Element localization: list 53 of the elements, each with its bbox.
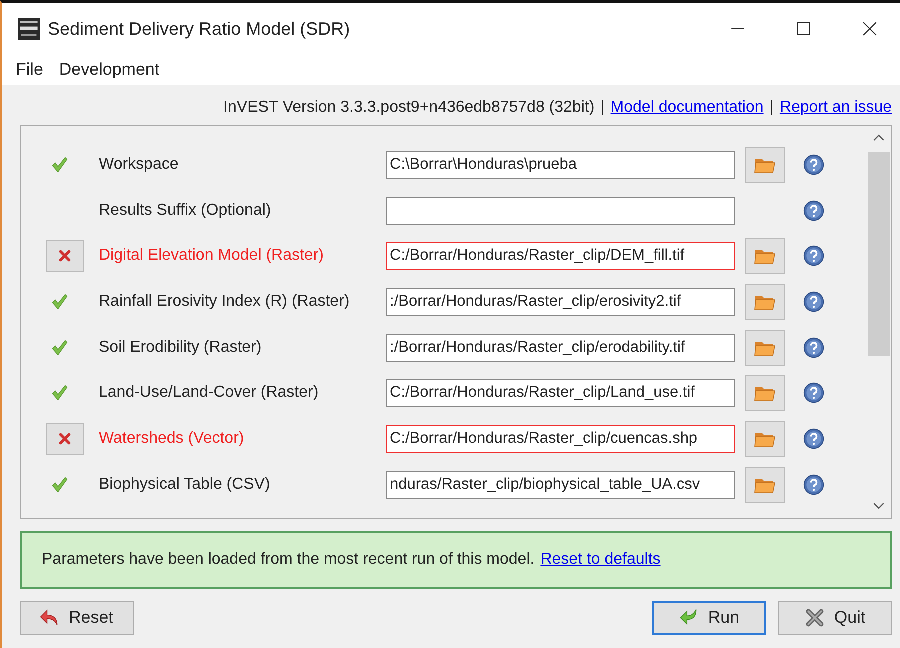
field-label: Biophysical Table (CSV) (99, 476, 272, 494)
input-field[interactable]: C:/Borrar/Honduras/Raster_clip/Land_use.tif (386, 379, 735, 408)
checkmark-icon (51, 338, 69, 357)
message-text: Parameters have been loaded from the most recent run of this model. (42, 551, 535, 569)
help-icon[interactable] (803, 336, 825, 359)
checkmark-icon (51, 384, 69, 402)
logo-icon (18, 18, 40, 40)
input-field[interactable]: :/Borrar/Honduras/Raster_clip/erosivity2.tif (386, 288, 735, 316)
cross-icon (58, 432, 72, 446)
run-button[interactable]: Run (652, 601, 766, 635)
link[interactable]: Report an issue (780, 99, 892, 117)
link[interactable]: Model documentation (610, 99, 764, 117)
field-label: Watersheds (Vector) (99, 430, 246, 448)
field-label: Rainfall Erosivity Index (R) (Raster) (99, 292, 351, 311)
checkmark-icon (51, 292, 69, 311)
window-title: Sediment Delivery Ratio Model (SDR) (48, 18, 352, 40)
scroll-down-icon[interactable] (873, 502, 885, 510)
reset-defaults-link[interactable]: Reset to defaults (540, 551, 661, 569)
input-field[interactable]: :/Borrar/Honduras/Raster_clip/erodability.tif (386, 334, 735, 362)
input-field[interactable]: C:\Borrar\Honduras\prueba (386, 150, 735, 179)
field-label: Land-Use/Land-Cover (Raster) (99, 384, 320, 402)
cross-icon (58, 249, 72, 264)
scroll-up-icon[interactable] (873, 134, 885, 142)
field-label: Digital Elevation Model (Raster) (99, 247, 325, 266)
input-field[interactable] (386, 196, 735, 225)
help-icon[interactable] (803, 428, 825, 450)
field-label: Results Suffix (Optional) (99, 202, 272, 220)
field-label: Workspace (99, 156, 180, 174)
separator-text: | (600, 99, 605, 117)
reset-button[interactable]: Reset (20, 601, 134, 635)
field-label: Soil Erodibility (Raster) (99, 338, 263, 357)
help-icon[interactable] (803, 154, 825, 176)
scrollbar-thumb[interactable] (868, 152, 890, 356)
maximize-icon[interactable] (796, 21, 812, 37)
help-icon[interactable] (803, 382, 825, 404)
input-field[interactable]: C:/Borrar/Honduras/Raster_clip/cuencas.shp (386, 424, 735, 453)
menu-item[interactable]: Development (59, 60, 160, 80)
cross-icon (804, 607, 826, 629)
menu-item[interactable]: File (16, 60, 44, 80)
close-icon[interactable] (862, 21, 878, 37)
help-icon[interactable] (803, 200, 825, 222)
version-text: InVEST Version 3.3.3.post9+n436edb8757d8 (32bit) (224, 99, 595, 117)
input-field[interactable]: nduras/Raster_clip/biophysical_table_UA.csv (386, 470, 735, 499)
help-icon[interactable] (803, 290, 825, 313)
checkmark-icon (51, 156, 69, 174)
input-field[interactable]: C:/Borrar/Honduras/Raster_clip/DEM_fill.tif (386, 242, 735, 270)
error-button[interactable] (46, 240, 84, 272)
separator-text: | (770, 99, 774, 117)
checkmark-icon (51, 476, 69, 494)
help-icon[interactable] (803, 474, 825, 496)
help-icon[interactable] (803, 245, 825, 268)
error-button[interactable] (46, 422, 84, 455)
quit-button[interactable]: Quit (778, 601, 892, 635)
